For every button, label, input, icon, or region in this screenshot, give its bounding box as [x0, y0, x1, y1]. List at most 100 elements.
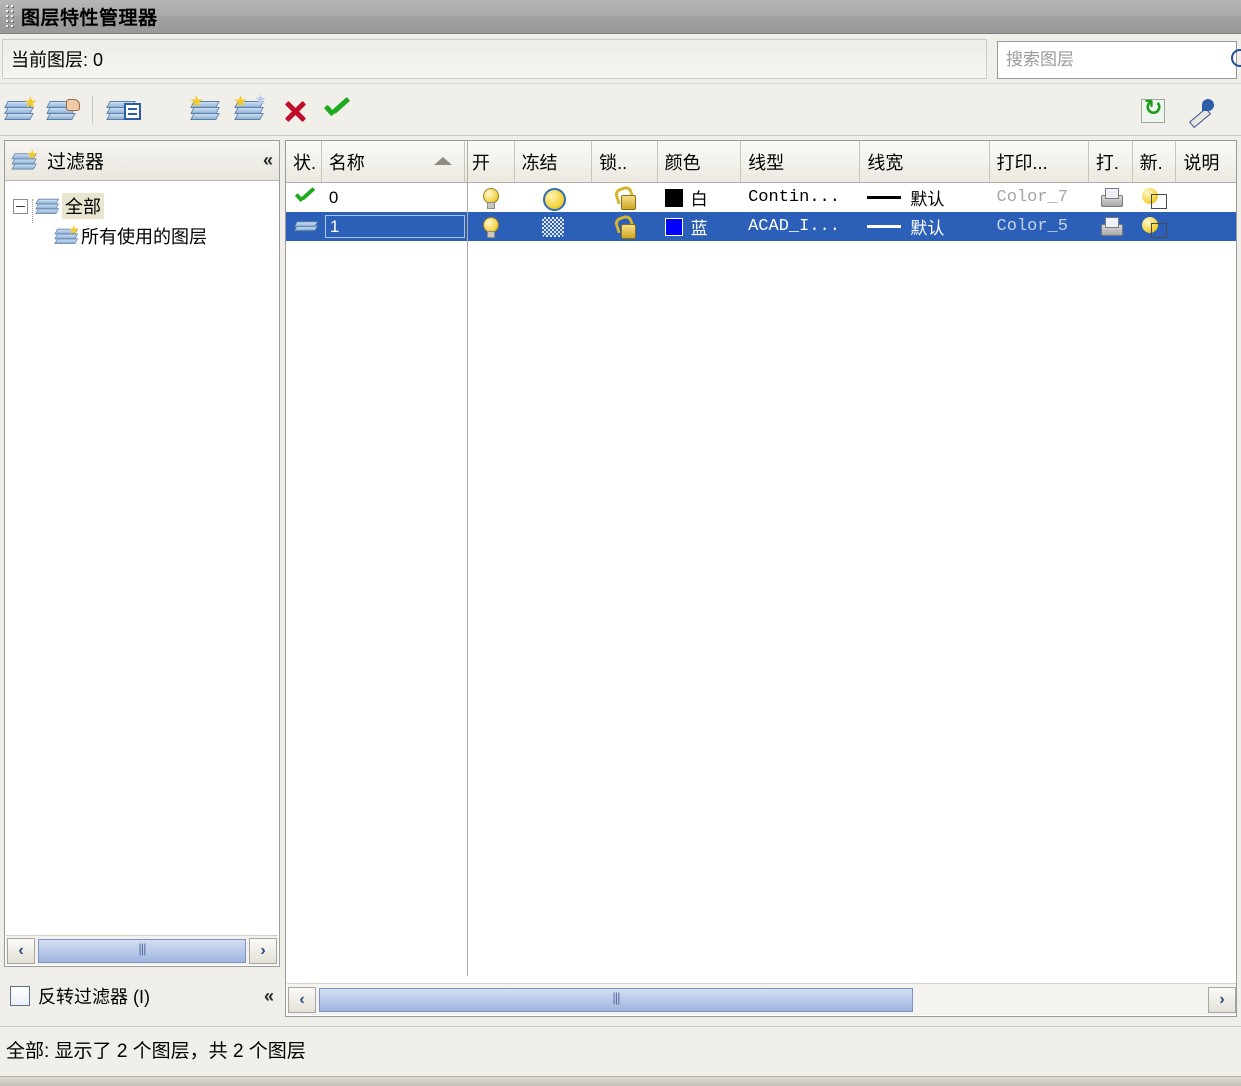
- cell-freeze[interactable]: [515, 183, 592, 212]
- cell-lock[interactable]: [592, 183, 658, 212]
- column-header-description[interactable]: 说明: [1176, 141, 1236, 182]
- cell-name[interactable]: 1: [322, 212, 465, 241]
- filter-panel-collapse-button[interactable]: «: [263, 150, 273, 171]
- unlocked-padlock-icon: [614, 216, 636, 239]
- cell-status[interactable]: [286, 212, 322, 241]
- new-property-filter-button[interactable]: [2, 92, 40, 130]
- cell-color[interactable]: 蓝: [658, 212, 742, 241]
- scroll-left-button[interactable]: ‹: [288, 986, 316, 1013]
- cell-newvp[interactable]: [1133, 183, 1177, 212]
- column-header-newvp[interactable]: 新.: [1133, 141, 1177, 182]
- new-layer-button[interactable]: [188, 92, 226, 130]
- cell-on[interactable]: [465, 183, 515, 212]
- cell-lock[interactable]: [592, 212, 658, 241]
- cell-description[interactable]: [1176, 212, 1236, 241]
- filter-panel-hscrollbar[interactable]: ‹ ›: [6, 935, 278, 965]
- cell-status[interactable]: [286, 183, 322, 212]
- set-current-layer-button[interactable]: [318, 92, 356, 130]
- bottom-collapse-button[interactable]: «: [264, 986, 274, 1007]
- cell-linetype[interactable]: ACAD_I...: [741, 212, 860, 241]
- column-header-lineweight[interactable]: 线宽: [860, 141, 990, 182]
- cell-color[interactable]: 白: [658, 183, 741, 212]
- layers-new-vp-frozen-icon: [234, 94, 266, 123]
- filter-panel-title: 过滤器: [47, 152, 105, 173]
- sun-thawed-icon: [541, 186, 567, 211]
- cell-lineweight[interactable]: 默认: [860, 212, 989, 241]
- new-layer-vp-frozen-button[interactable]: [232, 92, 270, 130]
- scroll-left-button[interactable]: ‹: [7, 937, 35, 964]
- cell-description[interactable]: [1176, 183, 1236, 212]
- printer-icon: [1098, 216, 1124, 238]
- column-header-status[interactable]: 状.: [286, 141, 322, 182]
- drag-grip-icon[interactable]: [3, 5, 17, 28]
- invert-filter-checkbox[interactable]: [10, 986, 30, 1006]
- current-layer-label: 当前图层: 0: [11, 50, 104, 70]
- cell-color-label: 白: [690, 190, 708, 209]
- title-bar: 图层特性管理器: [0, 0, 1241, 34]
- lightbulb-on-icon: [481, 216, 499, 238]
- column-header-plot[interactable]: 打.: [1089, 141, 1133, 182]
- layer-states-manager-button[interactable]: [104, 92, 142, 130]
- refresh-button[interactable]: [1134, 92, 1172, 130]
- scroll-thumb[interactable]: [319, 987, 913, 1012]
- lineweight-line-icon: [867, 225, 902, 228]
- green-check-icon: [323, 99, 351, 123]
- toolbar-separator: [92, 96, 93, 124]
- cell-newvp[interactable]: [1133, 212, 1177, 241]
- color-swatch: [664, 188, 683, 207]
- filter-panel: 过滤器 « 全部 所有使用的图层 ‹ ||| ›: [4, 140, 280, 967]
- column-header-linetype[interactable]: 线型: [741, 141, 861, 182]
- layer-table-header: 状. 名称 开 冻结 锁.. 颜色 线型 线宽 打印... 打. 新. 说明: [286, 141, 1236, 183]
- snowflake-frozen-icon: [542, 216, 565, 237]
- scroll-right-button[interactable]: ›: [1208, 986, 1236, 1013]
- cell-plotstyle[interactable]: Color_5: [990, 212, 1089, 241]
- table-row[interactable]: 1 蓝 ACAD_I... 默认 Color_5: [286, 212, 1236, 241]
- table-row[interactable]: 0 白 Contin... 默认 Color_7: [286, 183, 1236, 212]
- wrench-icon: [1187, 98, 1215, 124]
- settings-button[interactable]: [1182, 92, 1220, 130]
- column-header-on[interactable]: 开: [465, 141, 515, 182]
- name-edit-input[interactable]: 1: [324, 215, 465, 238]
- toolbar: [0, 84, 1241, 136]
- lineweight-line-icon: [867, 196, 902, 199]
- cell-lineweight-label: 默认: [910, 190, 945, 209]
- filter-tree-item-all[interactable]: 全部: [13, 191, 279, 221]
- invert-filter-bar: 反转过滤器 (I) «: [4, 975, 280, 1017]
- search-input[interactable]: [1006, 50, 1227, 70]
- scroll-thumb[interactable]: [38, 938, 246, 963]
- expander-icon[interactable]: [13, 198, 28, 214]
- invert-filter-label: 反转过滤器 (I): [38, 987, 150, 1007]
- printer-icon: [1098, 187, 1124, 209]
- column-header-plotstyle[interactable]: 打印...: [990, 141, 1089, 182]
- cell-on[interactable]: [465, 212, 515, 241]
- cell-name[interactable]: 0: [322, 183, 465, 212]
- vp-freeze-icon: [1141, 216, 1168, 238]
- filter-tree-item-all-label: 全部: [62, 193, 104, 219]
- scroll-right-button[interactable]: ›: [249, 937, 277, 964]
- layers-icon: [35, 197, 60, 215]
- filter-tree-item-all-used-layers-label: 所有使用的图层: [81, 227, 207, 247]
- refresh-icon: [1141, 95, 1165, 123]
- status-text: 全部: 显示了 2 个图层，共 2 个图层: [6, 1041, 306, 1062]
- new-group-filter-button[interactable]: [44, 92, 82, 130]
- layer-list-hscrollbar[interactable]: ‹ ›: [287, 983, 1236, 1015]
- green-check-icon: [294, 188, 316, 207]
- search-layer-box[interactable]: [997, 41, 1241, 79]
- cell-freeze[interactable]: [515, 212, 592, 241]
- layers-star-icon: [54, 224, 79, 245]
- filter-tree-item-all-used-layers[interactable]: 所有使用的图层: [53, 221, 279, 251]
- cell-plot[interactable]: [1089, 212, 1133, 241]
- cell-lineweight[interactable]: 默认: [860, 183, 989, 212]
- frozen-pane-divider: [467, 141, 468, 976]
- column-header-name[interactable]: 名称: [322, 141, 465, 182]
- cell-plotstyle[interactable]: Color_7: [990, 183, 1089, 212]
- layer-table-body: 0 白 Contin... 默认 Color_7 1 蓝 ACAD_I... 默…: [286, 183, 1236, 241]
- cell-linetype[interactable]: Contin...: [741, 183, 860, 212]
- layer-properties-manager-window: 图层特性管理器 当前图层: 0 搜索图层 ↻ 过滤器 « 全部 所有使用的图层 …: [0, 0, 1241, 1086]
- layers-panel-icon: [106, 99, 141, 123]
- cell-plot[interactable]: [1089, 183, 1133, 212]
- column-header-freeze[interactable]: 冻结: [515, 141, 593, 182]
- column-header-lock[interactable]: 锁..: [592, 141, 658, 182]
- column-header-color[interactable]: 颜色: [658, 141, 742, 182]
- delete-layer-button[interactable]: [276, 92, 314, 130]
